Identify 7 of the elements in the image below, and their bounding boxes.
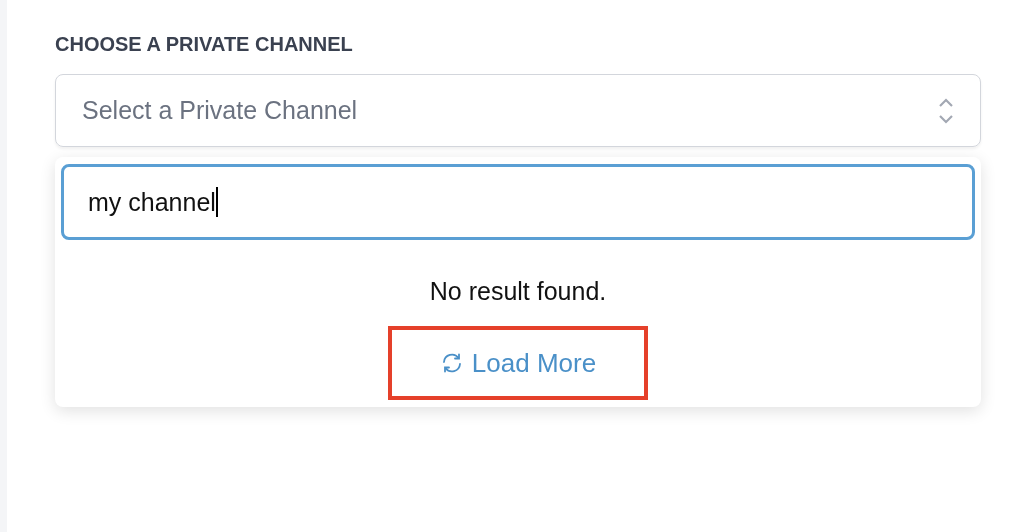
chevron-up-down-icon	[938, 96, 954, 125]
search-field[interactable]: my channel	[61, 164, 975, 241]
empty-message: No result found.	[429, 277, 607, 307]
load-more-button[interactable]: Load More	[388, 326, 648, 400]
field-label: CHOOSE A PRIVATE CHANNEL	[55, 33, 354, 56]
channel-select[interactable]: Select a Private Channel	[55, 74, 981, 147]
text-cursor	[215, 187, 218, 218]
